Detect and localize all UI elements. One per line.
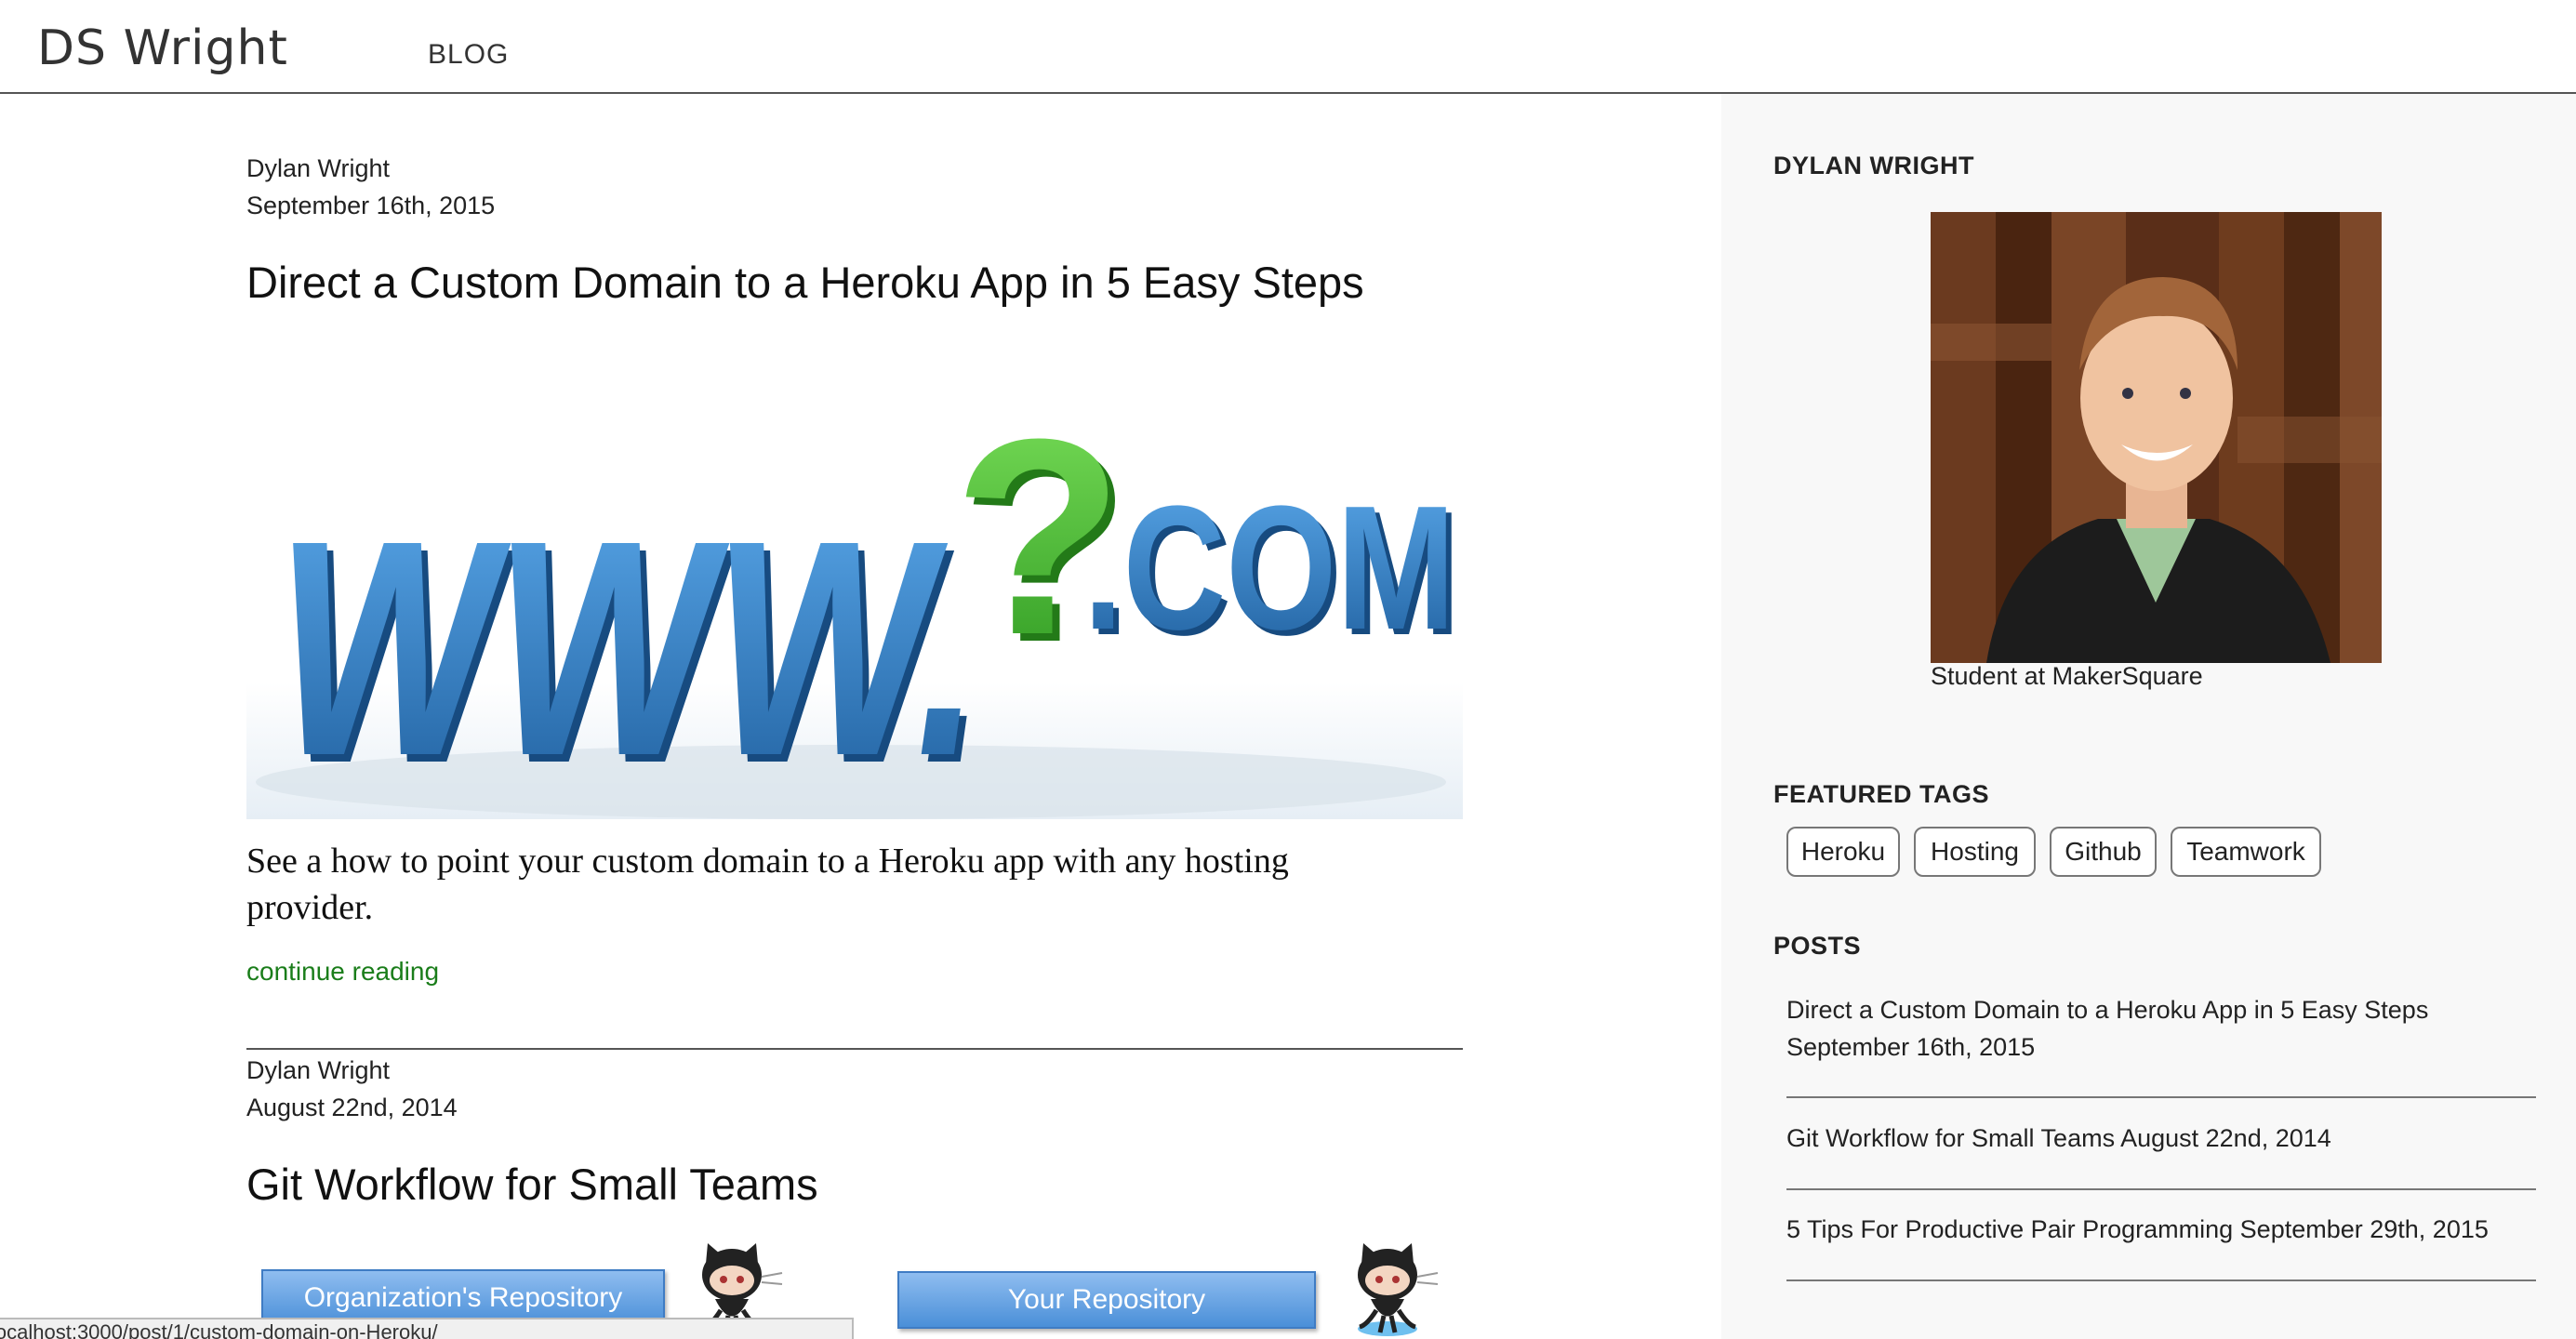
post-date: September 16th, 2015 [246, 192, 496, 219]
site-brand-link[interactable]: DS Wright [37, 20, 288, 76]
avatar [1931, 212, 2382, 663]
post-excerpt: See a how to point your custom domain to… [246, 842, 1289, 927]
sidebar-post-item[interactable]: Direct a Custom Domain to a Heroku App i… [1786, 991, 2536, 1098]
tag-github[interactable]: Github [2050, 827, 2157, 877]
post-title[interactable]: Direct a Custom Domain to a Heroku App i… [246, 257, 1364, 308]
profile-caption: Student at MakerSquare [1931, 662, 2203, 690]
post-author: Dylan Wright [246, 154, 391, 182]
www-text: WWW. [254, 477, 1009, 819]
profile-heading: DYLAN WRIGHT [1773, 152, 1974, 179]
status-url-text: localhost:3000/post/1/custom-domain-on-H… [0, 1320, 438, 1339]
post-title[interactable]: Git Workflow for Small Teams [246, 1159, 818, 1210]
com-text: .COM [1083, 470, 1455, 667]
profile-photo [1931, 212, 2382, 663]
tag-heroku[interactable]: Heroku [1786, 827, 1900, 877]
post-author: Dylan Wright [246, 1056, 391, 1084]
post-divider [246, 1048, 1463, 1050]
octocat-icon [1358, 1243, 1439, 1336]
nav-blog-link[interactable]: BLOG [428, 39, 509, 71]
post-hero-image[interactable]: WWW. WWW. ? ? .COM .COM [246, 364, 1463, 819]
tag-hosting[interactable]: Hosting [1914, 827, 2036, 877]
your-repository-box: Your Repository [897, 1271, 1316, 1329]
tag-teamwork[interactable]: Teamwork [2171, 827, 2321, 877]
top-navbar: DS Wright BLOG [0, 0, 2576, 94]
sidebar-post-item[interactable]: Git Workflow for Small Teams August 22nd… [1786, 1120, 2536, 1190]
sidebar-post-item[interactable]: 5 Tips For Productive Pair Programming S… [1786, 1211, 2536, 1281]
featured-tags-heading: FEATURED TAGS [1773, 780, 1989, 808]
post-date: August 22nd, 2014 [246, 1094, 458, 1121]
www-question-com-image: WWW. WWW. ? ? .COM .COM [254, 380, 1461, 819]
browser-status-url: localhost:3000/post/1/custom-domain-on-H… [0, 1318, 854, 1339]
sidebar: DYLAN WRIGHT Student at MakerSquare FEAT… [1721, 94, 2576, 1339]
posts-heading: POSTS [1773, 932, 1862, 960]
continue-reading-link[interactable]: continue reading [246, 957, 439, 987]
